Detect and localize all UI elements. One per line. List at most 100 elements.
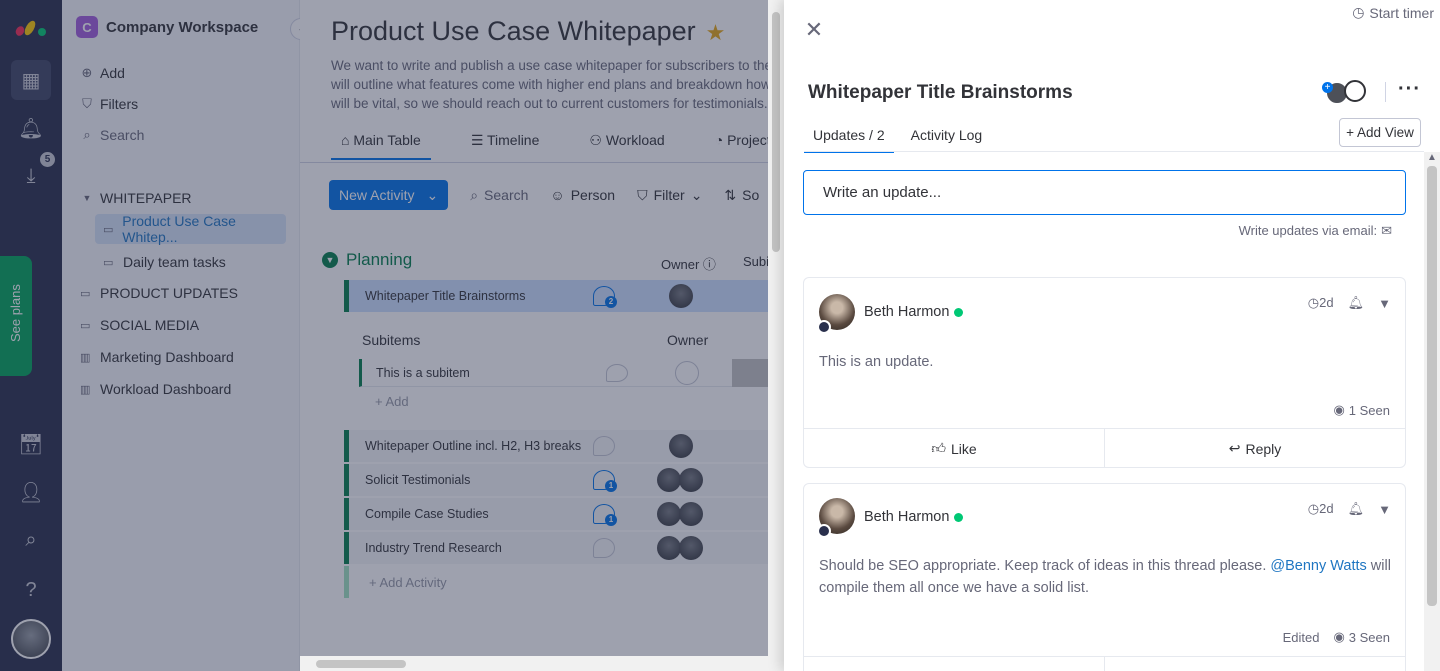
updates-bubble-icon[interactable]: 1 (593, 470, 617, 492)
workspace-header[interactable]: C Company Workspace (76, 16, 258, 38)
filters-button[interactable]: ⛉ Filters (80, 96, 138, 112)
more-options-icon[interactable]: ··· (1398, 78, 1421, 101)
updates-bubble-icon[interactable]: 2 (593, 286, 617, 308)
table-row[interactable]: Solicit Testimonials 1 (344, 464, 784, 496)
owner-avatar[interactable] (657, 468, 681, 492)
tab-updates[interactable]: Updates / 2 (804, 118, 894, 153)
row-name[interactable]: Whitepaper Title Brainstorms (365, 289, 525, 303)
table-row[interactable]: Whitepaper Outline incl. H2, H3 breaks (344, 430, 784, 462)
sort-button[interactable]: ⇅ So (724, 187, 759, 204)
favorite-star-icon[interactable]: ★ (706, 20, 726, 45)
timer-icon: ◷ (1352, 4, 1365, 20)
author-name[interactable]: Beth Harmon (864, 304, 964, 320)
bell-icon[interactable]: 🔔︎ (1348, 501, 1365, 517)
scrollbar-thumb[interactable] (772, 12, 780, 252)
filter-button[interactable]: ⛉ Filter ⌄ (637, 187, 702, 204)
scrollbar-thumb[interactable] (1427, 166, 1437, 606)
scrollbar-thumb[interactable] (316, 660, 406, 668)
caret-down-icon[interactable]: ▼ (1378, 296, 1391, 311)
monday-logo-icon[interactable] (14, 14, 48, 38)
owner-avatar[interactable] (679, 468, 703, 492)
help-icon[interactable]: ? (11, 570, 51, 610)
board-item-social-media[interactable]: ▭ SOCIAL MEDIA (80, 310, 288, 340)
new-activity-button[interactable]: New Activity ⌄ (329, 180, 449, 210)
seen-indicator[interactable]: Edited ◉ 3 Seen (1283, 629, 1390, 645)
like-button[interactable] (804, 657, 1104, 671)
table-row[interactable]: Industry Trend Research (344, 532, 784, 564)
info-icon[interactable]: ⓘ (703, 257, 716, 272)
seen-indicator[interactable]: ◉ 1 Seen (1333, 402, 1390, 418)
row-name[interactable]: Industry Trend Research (365, 541, 502, 555)
bell-icon[interactable]: 🔔︎ (1348, 295, 1365, 311)
close-icon[interactable]: ✕ (804, 19, 824, 41)
tab-workload[interactable]: ⚇ Workload (579, 124, 674, 160)
table-row[interactable]: Whitepaper Title Brainstorms 2 (344, 280, 784, 312)
comment-bubble-icon[interactable] (606, 363, 628, 382)
like-button[interactable]: 👍︎ Like (804, 429, 1104, 468)
board-item-workload-dashboard[interactable]: ▥ Workload Dashboard (80, 374, 288, 404)
add-subscriber-icon[interactable]: + (1322, 82, 1333, 93)
user-mention-link[interactable]: @Benny Watts (1270, 558, 1366, 574)
column-header-subitems[interactable]: Subi (743, 254, 769, 269)
add-activity-button[interactable]: + Add Activity (344, 566, 784, 598)
panel-scrollbar[interactable]: ▲ (1424, 152, 1440, 671)
comment-bubble-icon[interactable] (593, 436, 615, 456)
row-name[interactable]: Compile Case Studies (365, 507, 489, 521)
notifications-bell-icon[interactable]: 🔔︎ (11, 108, 51, 148)
folder-whitepaper[interactable]: ▼ WHITEPAPER (80, 190, 192, 206)
table-row[interactable]: Compile Case Studies 1 (344, 498, 784, 530)
workspace-search[interactable]: ⌕ Search (80, 127, 144, 143)
board-vertical-scrollbar[interactable] (768, 0, 784, 671)
board-item-daily-team-tasks[interactable]: ▭ Daily team tasks (103, 247, 283, 277)
user-avatar[interactable] (11, 619, 51, 659)
comment-bubble-icon[interactable] (593, 538, 615, 558)
row-name[interactable]: Whitepaper Outline incl. H2, H3 breaks (365, 439, 581, 453)
item-title[interactable]: Whitepaper Title Brainstorms (808, 82, 1073, 104)
caret-down-icon[interactable]: ▼ (1378, 502, 1391, 517)
owner-avatar[interactable] (679, 502, 703, 526)
search-icon[interactable]: ⌕ (11, 520, 51, 560)
owner-avatar[interactable] (657, 502, 681, 526)
owner-avatar[interactable] (657, 536, 681, 560)
board-search[interactable]: ⌕ Search (470, 187, 528, 204)
subitem-name[interactable]: This is a subitem (376, 366, 470, 380)
owner-avatar[interactable] (679, 536, 703, 560)
scroll-up-icon[interactable]: ▲ (1427, 152, 1437, 163)
search-label: Search (100, 127, 145, 143)
add-button[interactable]: ⊕ Add (80, 65, 125, 81)
owner-avatar[interactable] (669, 284, 693, 308)
updates-bubble-icon[interactable]: 1 (593, 504, 617, 526)
owner-avatar[interactable] (669, 434, 693, 458)
subscribers-avatars[interactable]: + (1322, 80, 1372, 104)
boards-grid-icon[interactable]: ▦ (11, 60, 51, 100)
row-name[interactable]: Solicit Testimonials (365, 473, 470, 487)
board-horizontal-scrollbar[interactable] (300, 656, 768, 671)
calendar-check-icon[interactable]: 📅︎ (11, 424, 51, 464)
tab-activity-log[interactable]: Activity Log (902, 118, 992, 153)
author-name[interactable]: Beth Harmon (864, 509, 964, 525)
subitem-row[interactable]: This is a subitem (359, 358, 784, 387)
email-updates-link[interactable]: Write updates via email: ✉ (1239, 223, 1392, 239)
write-update-input[interactable]: Write an update... (803, 170, 1406, 215)
board-item-product-updates[interactable]: ▭ PRODUCT UPDATES (80, 278, 288, 308)
board-item-marketing-dashboard[interactable]: ▥ Marketing Dashboard (80, 342, 288, 372)
person-filter-button[interactable]: ☺ Person (550, 187, 615, 203)
chevron-down-icon[interactable]: ⌄ (426, 187, 438, 204)
author-avatar[interactable] (817, 498, 855, 538)
group-planning-header[interactable]: ▼ Planning (322, 250, 412, 270)
board-item-product-use-case[interactable]: ▭ Product Use Case Whitep... (95, 213, 286, 245)
author-avatar[interactable] (817, 294, 855, 334)
empty-owner-icon[interactable] (675, 360, 699, 385)
invite-user-icon[interactable]: 👤︎ (11, 472, 51, 512)
tab-main-table[interactable]: ⌂ Main Table (331, 124, 431, 160)
reply-button[interactable] (1104, 657, 1405, 671)
group-collapse-icon[interactable]: ▼ (322, 252, 338, 268)
column-header-owner[interactable]: Owner ⓘ (661, 254, 716, 273)
reply-button[interactable]: ↩ Reply (1104, 429, 1405, 468)
tab-timeline[interactable]: ☰ Timeline (461, 124, 550, 160)
add-view-button[interactable]: + Add View (1339, 118, 1421, 147)
add-subitem-button[interactable]: + Add (375, 394, 409, 409)
start-timer-button[interactable]: ◷ Start timer (1352, 4, 1434, 21)
clock-icon: ◷ (1307, 501, 1320, 516)
see-plans-button[interactable]: See plans (0, 256, 32, 376)
